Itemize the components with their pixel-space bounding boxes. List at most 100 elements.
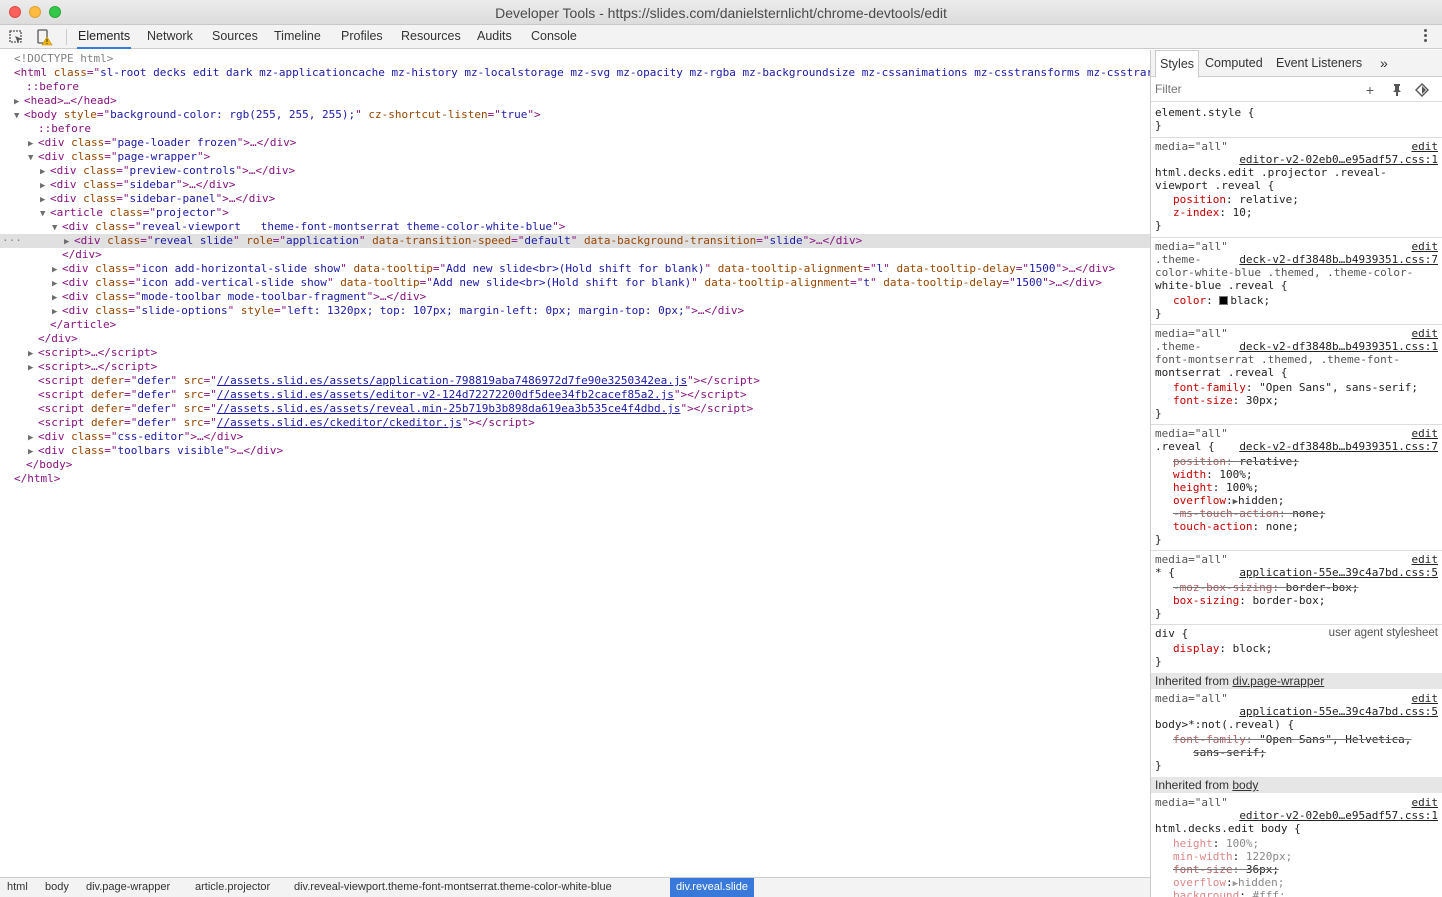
filter-input[interactable] bbox=[1155, 82, 1335, 96]
dom-node-close-div[interactable]: </div> bbox=[0, 248, 1150, 262]
pin-icon[interactable] bbox=[1389, 82, 1405, 98]
css-property[interactable]: height: 100%; bbox=[1151, 481, 1442, 494]
dom-node-script-src[interactable]: <script defer="defer" src="//assets.slid… bbox=[0, 416, 1150, 430]
css-property[interactable]: box-sizing: border-box; bbox=[1151, 594, 1442, 607]
source-link[interactable]: application-55e…39c4a7bd.css:5 bbox=[1239, 566, 1438, 579]
rule-selector[interactable]: font-montserrat .themed, .theme-font- bbox=[1151, 353, 1442, 366]
dom-node-script[interactable]: ▶ <script>…</script> bbox=[0, 346, 1150, 360]
rule-selector[interactable]: html.decks.edit .projector .reveal- bbox=[1151, 166, 1442, 179]
edit-link[interactable]: edit bbox=[1412, 427, 1439, 440]
dom-node-script-src[interactable]: <script defer="defer" src="//assets.slid… bbox=[0, 374, 1150, 388]
dom-node-css-editor[interactable]: ▶ <div class="css-editor">…</div> bbox=[0, 430, 1150, 444]
dom-node-toolbars[interactable]: ▶ <div class="toolbars visible">…</div> bbox=[0, 444, 1150, 458]
css-property-overridden[interactable]: font-size: 36px; bbox=[1151, 863, 1442, 876]
source-link[interactable]: deck-v2-df3848b…b4939351.css:7 bbox=[1239, 440, 1438, 453]
tab-sources[interactable]: Sources bbox=[211, 25, 259, 49]
dom-node-close-body[interactable]: </body> bbox=[0, 458, 1150, 472]
breadcrumb-body[interactable]: body bbox=[39, 878, 75, 897]
dom-node-page-loader[interactable]: ▶ <div class="page-loader frozen">…</div> bbox=[0, 136, 1150, 150]
css-property-overridden[interactable]: font-family: "Open Sans", Helvetica, bbox=[1151, 733, 1442, 746]
rule-selector[interactable]: color-white-blue .themed, .theme-color- bbox=[1151, 266, 1442, 279]
script-link[interactable]: //assets.slid.es/assets/reveal.min-25b71… bbox=[217, 402, 681, 415]
css-property[interactable]: position: relative; bbox=[1151, 193, 1442, 206]
breadcrumb-reveal-viewport[interactable]: div.reveal-viewport.theme-font-montserra… bbox=[288, 878, 618, 897]
dom-node-close-article[interactable]: </article> bbox=[0, 318, 1150, 332]
dom-node-head[interactable]: ▶ <head>…</head> bbox=[0, 94, 1150, 108]
dom-node-mode-toolbar[interactable]: ▶ <div class="mode-toolbar mode-toolbar-f… bbox=[0, 290, 1150, 304]
edit-link[interactable]: edit bbox=[1412, 796, 1439, 809]
dom-node-reveal-slide[interactable]: ··· ▶ <div class="reveal slide" role="appl… bbox=[0, 234, 1150, 248]
dom-node-before[interactable]: ::before bbox=[0, 80, 1150, 94]
css-property-inherited[interactable]: overflow:▶hidden; bbox=[1151, 876, 1442, 889]
more-options-icon[interactable] bbox=[1424, 29, 1428, 45]
css-property[interactable]: z-index: 10; bbox=[1151, 206, 1442, 219]
source-link[interactable]: application-55e…39c4a7bd.css:5 bbox=[1239, 705, 1438, 718]
dom-node-slide-options[interactable]: ▶ <div class="slide-options" style="left:… bbox=[0, 304, 1150, 318]
toggle-element-state-icon[interactable] bbox=[1414, 82, 1430, 98]
rule-selector[interactable]: element.style { bbox=[1151, 106, 1442, 119]
color-swatch-icon[interactable] bbox=[1219, 296, 1229, 305]
css-property[interactable]: color: black; bbox=[1151, 294, 1442, 307]
tab-audits[interactable]: Audits bbox=[476, 25, 513, 49]
breadcrumb-page-wrapper[interactable]: div.page-wrapper bbox=[80, 878, 176, 897]
tab-profiles[interactable]: Profiles bbox=[340, 25, 384, 49]
dom-node-close-html[interactable]: </html> bbox=[0, 472, 1150, 486]
css-property-overridden[interactable]: -moz-box-sizing: border-box; bbox=[1151, 581, 1442, 594]
tab-elements[interactable]: Elements bbox=[77, 25, 132, 49]
rule-selector[interactable]: body>*:not(.reveal) { bbox=[1151, 718, 1442, 731]
source-link[interactable]: editor-v2-02eb0…e95adf57.css:1 bbox=[1239, 809, 1438, 822]
inherited-link[interactable]: body bbox=[1232, 778, 1258, 792]
tab-event-listeners[interactable]: Event Listeners bbox=[1276, 50, 1362, 77]
dom-node-projector[interactable]: ▼ <article class="projector"> bbox=[0, 206, 1150, 220]
css-property-overridden[interactable]: -ms-touch-action: none; bbox=[1151, 507, 1442, 520]
source-link[interactable]: deck-v2-df3848b…b4939351.css:1 bbox=[1239, 340, 1438, 353]
tab-resources[interactable]: Resources bbox=[400, 25, 462, 49]
breadcrumb-html[interactable]: html bbox=[1, 878, 34, 897]
inherited-link[interactable]: div.page-wrapper bbox=[1232, 674, 1324, 688]
dom-node-script-src[interactable]: <script defer="defer" src="//assets.slid… bbox=[0, 402, 1150, 416]
script-link[interactable]: //assets.slid.es/assets/application-7988… bbox=[217, 374, 687, 387]
css-property[interactable]: width: 100%; bbox=[1151, 468, 1442, 481]
inspect-element-icon[interactable] bbox=[7, 28, 25, 46]
script-link[interactable]: //assets.slid.es/ckeditor/ckeditor.js bbox=[217, 416, 462, 429]
tab-timeline[interactable]: Timeline bbox=[273, 25, 322, 49]
css-property-inherited[interactable]: height: 100%; bbox=[1151, 837, 1442, 850]
edit-link[interactable]: edit bbox=[1412, 692, 1439, 705]
dom-node-add-vertical[interactable]: ▶ <div class="icon add-vertical-slide sho… bbox=[0, 276, 1150, 290]
rule-selector[interactable]: montserrat .reveal { bbox=[1151, 366, 1442, 379]
dom-node-page-wrapper[interactable]: ▼ <div class="page-wrapper"> bbox=[0, 150, 1150, 164]
edit-link[interactable]: edit bbox=[1412, 140, 1439, 153]
dom-node-sidebar[interactable]: ▶ <div class="sidebar">…</div> bbox=[0, 178, 1150, 192]
ellipsis-icon[interactable]: ··· bbox=[2, 234, 22, 248]
css-property[interactable]: font-size: 30px; bbox=[1151, 394, 1442, 407]
breadcrumb-projector[interactable]: article.projector bbox=[189, 878, 276, 897]
edit-link[interactable]: edit bbox=[1412, 240, 1439, 253]
edit-link[interactable]: edit bbox=[1412, 553, 1439, 566]
source-link[interactable]: editor-v2-02eb0…e95adf57.css:1 bbox=[1239, 153, 1438, 166]
dom-node-add-horizontal[interactable]: ▶ <div class="icon add-horizontal-slide s… bbox=[0, 262, 1150, 276]
source-link[interactable]: deck-v2-df3848b…b4939351.css:7 bbox=[1239, 253, 1438, 266]
script-link[interactable]: //assets.slid.es/assets/editor-v2-124d72… bbox=[217, 388, 674, 401]
css-property-inherited[interactable]: background: #fff; bbox=[1151, 889, 1442, 897]
device-mode-icon[interactable] bbox=[36, 28, 54, 46]
edit-link[interactable]: edit bbox=[1412, 327, 1439, 340]
tab-console[interactable]: Console bbox=[530, 25, 578, 49]
css-property-overridden[interactable]: position: relative; bbox=[1151, 455, 1442, 468]
dom-node-html[interactable]: <html class="sl-root decks edit dark mz-… bbox=[0, 66, 1150, 80]
css-property[interactable]: overflow:▶hidden; bbox=[1151, 494, 1442, 507]
dom-node-script-src[interactable]: <script defer="defer" src="//assets.slid… bbox=[0, 388, 1150, 402]
more-tabs-icon[interactable]: » bbox=[1380, 50, 1388, 77]
expand-triangle-icon[interactable]: ▶ bbox=[14, 95, 24, 109]
dom-node-body[interactable]: ▼ <body style="background-color: rgb(255,… bbox=[0, 108, 1150, 122]
tab-computed[interactable]: Computed bbox=[1205, 50, 1263, 77]
dom-node-sidebar-panel[interactable]: ▶ <div class="sidebar-panel">…</div> bbox=[0, 192, 1150, 206]
tab-styles[interactable]: Styles bbox=[1155, 50, 1200, 78]
add-rule-icon[interactable]: + bbox=[1362, 82, 1378, 98]
breadcrumb-reveal-slide[interactable]: div.reveal.slide bbox=[670, 878, 754, 897]
rule-selector[interactable]: html.decks.edit body { bbox=[1151, 822, 1442, 835]
collapse-triangle-icon[interactable]: ▼ bbox=[14, 109, 24, 123]
css-property[interactable]: touch-action: none; bbox=[1151, 520, 1442, 533]
dom-node-close-div[interactable]: </div> bbox=[0, 332, 1150, 346]
dom-node-before[interactable]: ::before bbox=[0, 122, 1150, 136]
dom-node-reveal-viewport[interactable]: ▼ <div class="reveal-viewport theme-font-… bbox=[0, 220, 1150, 234]
